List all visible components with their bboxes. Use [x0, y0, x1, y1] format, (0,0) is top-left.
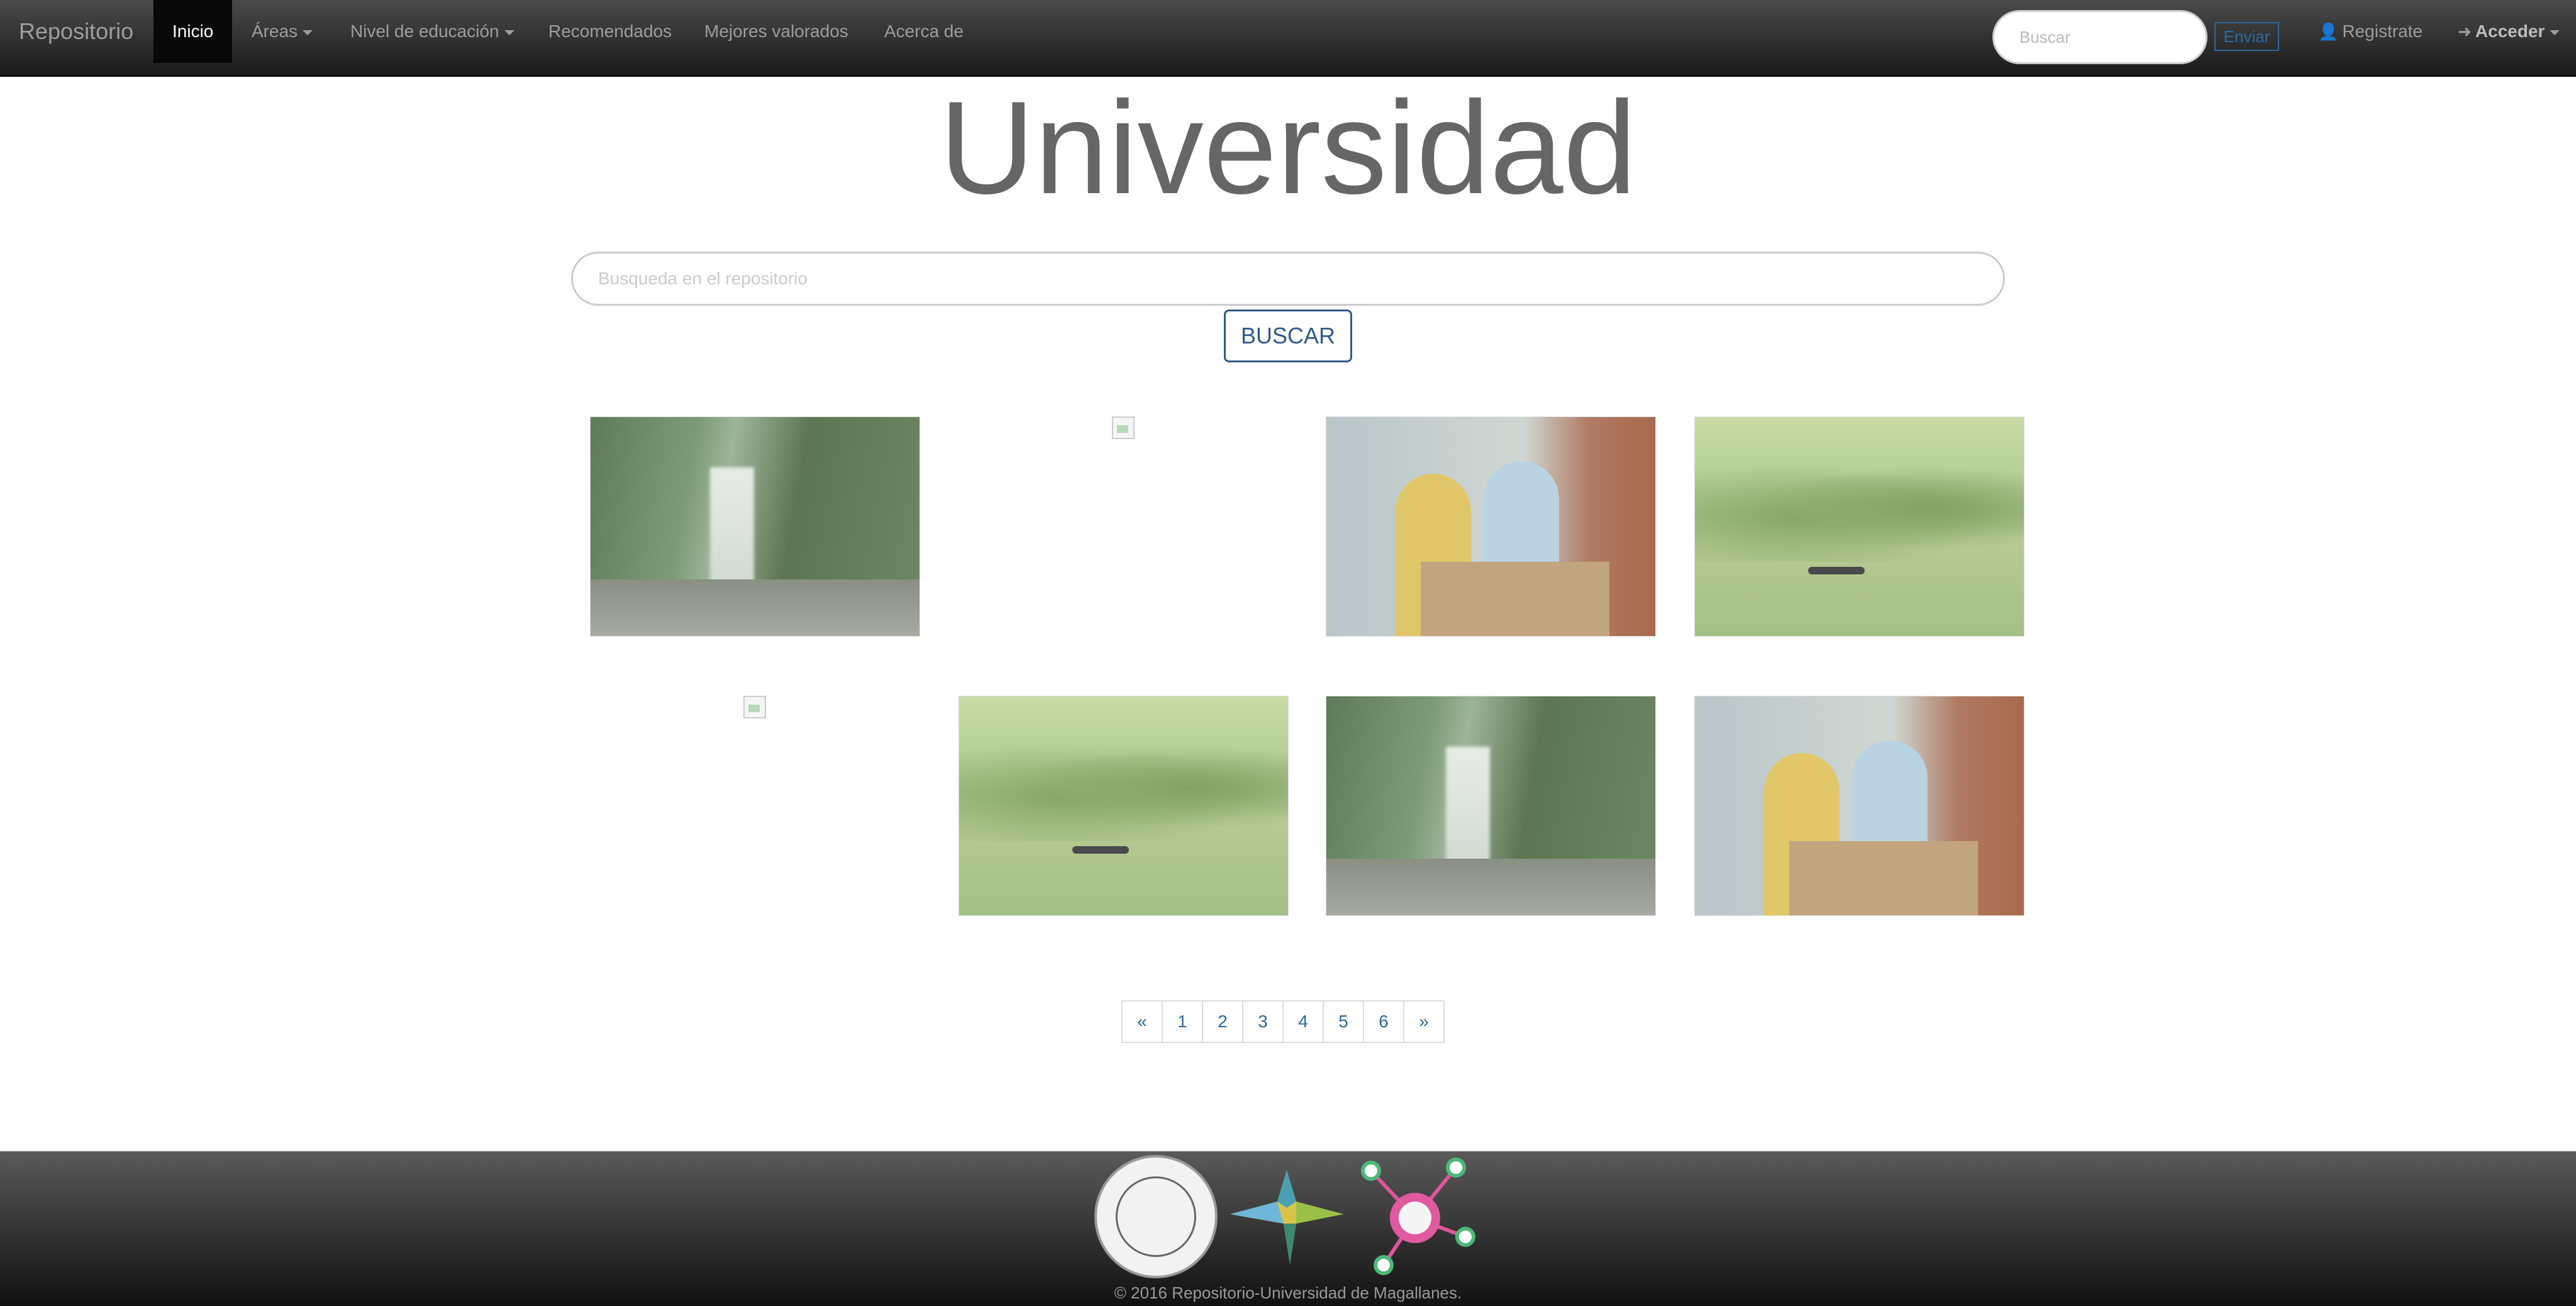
rocks-shape	[1326, 859, 1655, 915]
broken-image-icon	[743, 696, 766, 718]
broken-image-icon	[1112, 416, 1135, 439]
nav-item-nivel-educacion[interactable]: Nivel de educación	[350, 0, 514, 63]
pagination-page[interactable]: 3	[1242, 1000, 1284, 1043]
network-logo	[1361, 1158, 1475, 1275]
pagination-page[interactable]: 2	[1202, 1000, 1243, 1043]
pagination-page[interactable]: 4	[1282, 1000, 1324, 1043]
boat-shape	[1072, 846, 1129, 854]
table-shape	[1421, 562, 1609, 636]
caret-down-icon	[303, 30, 313, 35]
nav-item-areas[interactable]: Áreas	[252, 0, 313, 63]
register-label: Registrate	[2342, 21, 2423, 41]
pagination-prev[interactable]: «	[1121, 1000, 1163, 1043]
gallery-item-kids[interactable]	[1326, 416, 1656, 637]
nav-submit-button[interactable]: Enviar	[2214, 22, 2279, 51]
seal-inner-ring	[1116, 1176, 1196, 1257]
university-seal-logo	[1094, 1155, 1218, 1278]
pagination-page[interactable]: 6	[1363, 1000, 1404, 1043]
nav-item-mejores-valorados[interactable]: Mejores valorados	[704, 0, 848, 63]
rocks-shape	[591, 579, 919, 636]
gallery-item-waterfall[interactable]	[1326, 696, 1656, 916]
table-shape	[1789, 841, 1978, 915]
pagination: « 1 2 3 4 5 6 »	[1121, 1000, 1445, 1043]
search-button[interactable]: BUSCAR	[1224, 310, 1352, 362]
pagination-page[interactable]: 5	[1323, 1000, 1364, 1043]
nav-search-input[interactable]	[1992, 10, 2207, 64]
brand-link[interactable]: Repositorio	[19, 0, 133, 63]
gallery-item-broken[interactable]	[958, 416, 1289, 637]
gallery-item-lake[interactable]	[1694, 416, 2024, 637]
trees-shape	[1695, 455, 2024, 562]
top-navbar: Repositorio Inicio Áreas Nivel de educac…	[0, 0, 2576, 77]
caret-down-icon	[2550, 30, 2560, 35]
nav-item-acerca-de[interactable]: Acerca de	[884, 0, 963, 63]
trees-shape	[959, 734, 1288, 841]
gallery-item-waterfall[interactable]	[590, 416, 920, 637]
nav-item-inicio[interactable]: Inicio	[153, 0, 233, 63]
gallery-item-broken[interactable]	[590, 696, 920, 916]
caret-down-icon	[504, 30, 514, 35]
pagination-page[interactable]: 1	[1162, 1000, 1203, 1043]
bird-logo	[1230, 1170, 1343, 1264]
nav-item-nivel-label: Nivel de educación	[350, 21, 499, 41]
nav-item-recomendados[interactable]: Recomendados	[548, 0, 672, 63]
login-icon: ➜	[2458, 22, 2472, 41]
repository-search-input[interactable]	[571, 252, 2005, 306]
boat-shape	[1808, 567, 1865, 574]
nav-item-areas-label: Áreas	[252, 21, 298, 41]
pagination-next[interactable]: »	[1403, 1000, 1445, 1043]
login-dropdown[interactable]: ➜ Acceder	[2458, 0, 2560, 63]
login-label: Acceder	[2475, 21, 2545, 41]
gallery-item-kids[interactable]	[1694, 696, 2024, 916]
gallery-item-lake[interactable]	[958, 696, 1289, 916]
register-link[interactable]: 👤 Registrate	[2318, 0, 2423, 63]
user-icon: 👤	[2318, 22, 2339, 41]
page-title: Universidad	[939, 74, 1637, 221]
copyright-text: © 2016 Repositorio-Universidad de Magall…	[1114, 1283, 1462, 1302]
